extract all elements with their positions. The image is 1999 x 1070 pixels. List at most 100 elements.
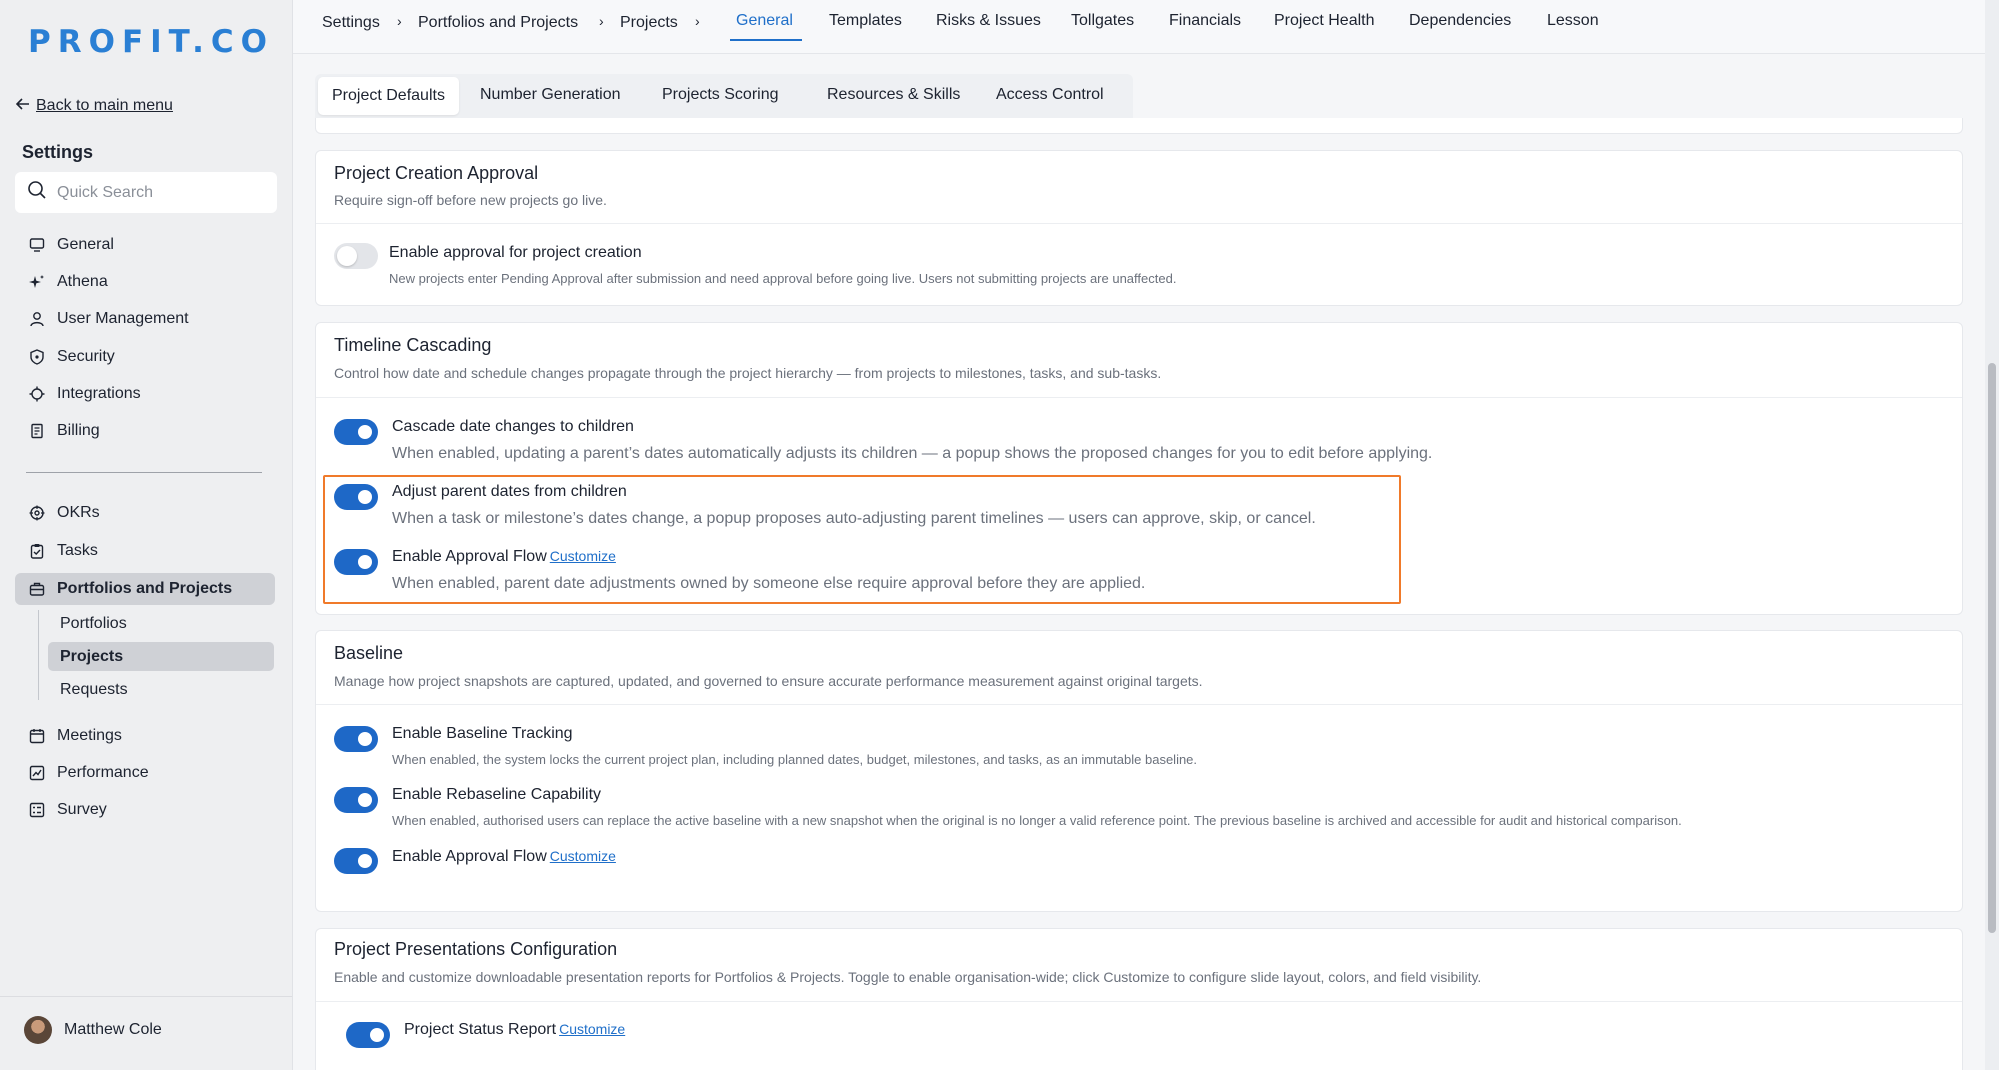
breadcrumb-projects[interactable]: Projects (620, 14, 678, 32)
option-description: When enabled, authorised users can repla… (392, 813, 1682, 828)
subnav-tree-line (38, 610, 39, 700)
option-title: Enable Baseline Tracking (392, 725, 573, 742)
sparkle-icon (29, 274, 45, 290)
profitco-logo[interactable]: PROFIT.CO (28, 24, 274, 60)
tab-risks-issues[interactable]: Risks & Issues (936, 12, 1041, 30)
sidebar-item-label: Performance (57, 764, 149, 781)
calendar-icon (29, 728, 45, 744)
card-divider (316, 223, 1962, 224)
receipt-icon (29, 423, 45, 439)
sidebar-subitem-requests[interactable]: Requests (48, 675, 274, 704)
scrollbar-thumb[interactable] (1988, 363, 1996, 933)
sidebar-item-label: Meetings (57, 727, 122, 744)
sidebar-item-security[interactable]: Security (15, 341, 275, 373)
tab-general[interactable]: General (736, 12, 793, 30)
chevron-right-icon: › (695, 13, 700, 29)
arrow-left-icon (15, 97, 30, 115)
subtab-projects-scoring[interactable]: Projects Scoring (662, 86, 779, 104)
card-title: Project Creation Approval (334, 163, 539, 183)
sidebar-item-label: Tasks (57, 542, 98, 559)
search-icon (27, 180, 47, 205)
customize-link[interactable]: Customize (550, 848, 616, 864)
sidebar-item-survey[interactable]: Survey (15, 794, 275, 826)
option-title-row: Enable Approval Flow Customize (392, 848, 616, 866)
sidebar-item-label: Portfolios and Projects (57, 580, 233, 597)
back-link-label: Back to main menu (36, 97, 173, 114)
card-divider (316, 397, 1962, 398)
sidebar-item-integrations[interactable]: Integrations (15, 378, 275, 410)
top-navigation: Settings › Portfolios and Projects › Pro… (293, 0, 1999, 54)
tab-financials[interactable]: Financials (1169, 12, 1241, 30)
monitor-icon (29, 237, 45, 253)
sidebar-item-billing[interactable]: Billing (15, 415, 275, 447)
sidebar-heading: Settings (22, 142, 94, 162)
sidebar-item-label: Integrations (57, 385, 141, 402)
card-divider (316, 1001, 1962, 1002)
highlight-box (323, 475, 1401, 604)
survey-icon (29, 802, 45, 818)
quick-search-input[interactable] (57, 183, 257, 202)
shield-icon (29, 349, 45, 365)
card-project-creation-approval: Project Creation Approval Require sign-o… (315, 150, 1963, 306)
tab-templates[interactable]: Templates (829, 12, 902, 30)
subtab-project-defaults[interactable]: Project Defaults (318, 77, 459, 115)
target-icon (29, 505, 45, 521)
user-name: Matthew Cole (64, 1021, 162, 1038)
card-baseline: Baseline Manage how project snapshots ar… (315, 630, 1963, 912)
sidebar-divider (26, 472, 262, 473)
sidebar-item-label: Survey (57, 801, 107, 818)
clipboard-check-icon (29, 543, 45, 559)
tab-tollgates[interactable]: Tollgates (1071, 12, 1134, 30)
sidebar: PROFIT.CO Back to main menu Settings Gen… (0, 0, 292, 1070)
tab-dependencies[interactable]: Dependencies (1409, 12, 1511, 30)
sidebar-item-general[interactable]: General (15, 229, 275, 261)
sidebar-item-meetings[interactable]: Meetings (15, 720, 275, 752)
option-title: Enable Rebaseline Capability (392, 786, 602, 803)
subtab-resources-skills[interactable]: Resources & Skills (827, 86, 960, 104)
status-report-toggle[interactable] (346, 1022, 390, 1048)
chart-icon (29, 765, 45, 781)
card-divider (316, 704, 1962, 705)
option-title-row: Project Status Report Customize (404, 1021, 625, 1039)
cascade-children-toggle[interactable] (334, 419, 378, 445)
sidebar-item-user-management[interactable]: User Management (15, 303, 275, 335)
subtab-access-control[interactable]: Access Control (996, 86, 1104, 104)
sidebar-item-label: Security (57, 348, 115, 365)
card-title: Project Presentations Configuration (334, 939, 618, 959)
user-profile[interactable]: Matthew Cole (24, 1016, 162, 1044)
breadcrumb-settings[interactable]: Settings (322, 14, 380, 32)
customize-link[interactable]: Customize (559, 1021, 625, 1037)
sidebar-item-label: Billing (57, 422, 100, 439)
card-description: Manage how project snapshots are capture… (334, 673, 1203, 689)
option-title: Enable Approval Flow (392, 848, 547, 865)
gear-icon (29, 386, 45, 402)
sidebar-item-tasks[interactable]: Tasks (15, 535, 275, 567)
sidebar-item-okrs[interactable]: OKRs (15, 497, 275, 529)
quick-search[interactable] (15, 172, 277, 213)
tab-lesson[interactable]: Lesson (1547, 12, 1599, 30)
sidebar-item-portfolios-and-projects[interactable]: Portfolios and Projects (15, 573, 275, 605)
tab-project-health[interactable]: Project Health (1274, 12, 1375, 30)
baseline-tracking-toggle[interactable] (334, 726, 378, 752)
sidebar-subitem-portfolios[interactable]: Portfolios (48, 609, 274, 638)
option-title: Project Status Report (404, 1021, 557, 1038)
option-title: Cascade date changes to children (392, 418, 634, 435)
sidebar-item-label: Athena (57, 273, 108, 290)
sidebar-item-label: General (57, 236, 114, 253)
baseline-approval-flow-toggle[interactable] (334, 848, 378, 874)
card-description: Enable and customize downloadable presen… (334, 969, 1482, 985)
approval-creation-toggle[interactable] (334, 243, 378, 269)
sidebar-item-athena[interactable]: Athena (15, 266, 275, 298)
option-description: When enabled, the system locks the curre… (392, 752, 1198, 767)
previous-card-edge (315, 118, 1963, 134)
chevron-right-icon: › (397, 13, 402, 29)
sidebar-item-performance[interactable]: Performance (15, 757, 275, 789)
card-description: Require sign-off before new projects go … (334, 192, 607, 208)
rebaseline-toggle[interactable] (334, 787, 378, 813)
sidebar-subitem-projects[interactable]: Projects (48, 642, 274, 671)
active-tab-indicator (730, 39, 802, 41)
back-to-main-menu-link[interactable]: Back to main menu (15, 97, 173, 115)
card-description: Control how date and schedule changes pr… (334, 365, 1162, 381)
breadcrumb-portfolios-and-projects[interactable]: Portfolios and Projects (418, 14, 578, 32)
subtab-number-generation[interactable]: Number Generation (480, 86, 621, 104)
